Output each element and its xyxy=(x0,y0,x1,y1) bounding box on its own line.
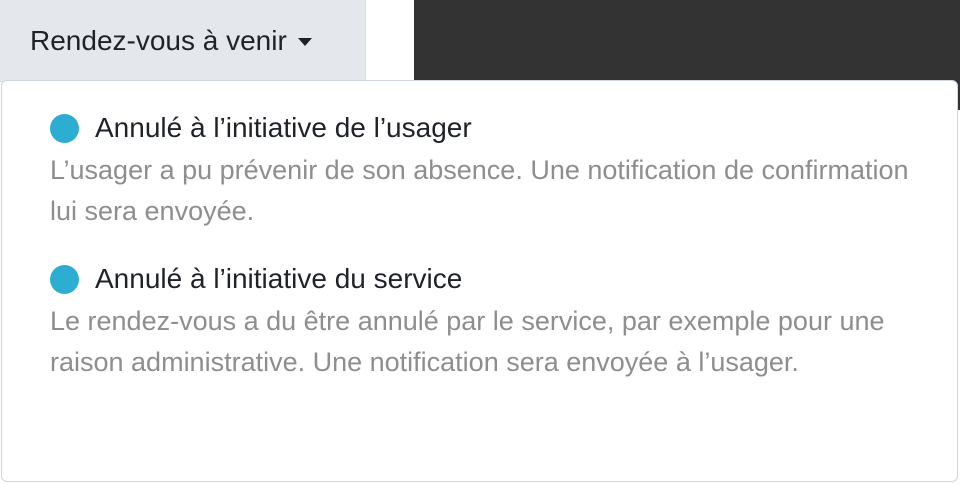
status-dropdown-toggle[interactable]: Rendez-vous à venir xyxy=(0,0,366,82)
status-dot-icon xyxy=(50,113,79,143)
status-dropdown-menu: Annulé à l’initiative de l’usager L’usag… xyxy=(1,80,958,482)
menu-item-title: Annulé à l’initiative de l’usager xyxy=(95,112,472,143)
menu-item-title: Annulé à l’initiative du service xyxy=(95,263,463,294)
menu-item-description: Le rendez-vous a du être annulé par le s… xyxy=(50,306,885,377)
menu-item-title-row: Annulé à l’initiative du service xyxy=(50,258,917,300)
menu-item-description: L’usager a pu prévenir de son absence. U… xyxy=(50,155,909,226)
status-dot-icon xyxy=(50,264,79,294)
menu-item-cancelled-by-user[interactable]: Annulé à l’initiative de l’usager L’usag… xyxy=(50,107,917,232)
menu-item-cancelled-by-service[interactable]: Annulé à l’initiative du service Le rend… xyxy=(50,258,917,383)
dropdown-toggle-label: Rendez-vous à venir xyxy=(30,24,287,56)
page: Rendez-vous à venir Annulé à l’initiativ… xyxy=(0,0,960,484)
menu-item-title-row: Annulé à l’initiative de l’usager xyxy=(50,107,917,149)
caret-down-icon xyxy=(297,37,312,46)
